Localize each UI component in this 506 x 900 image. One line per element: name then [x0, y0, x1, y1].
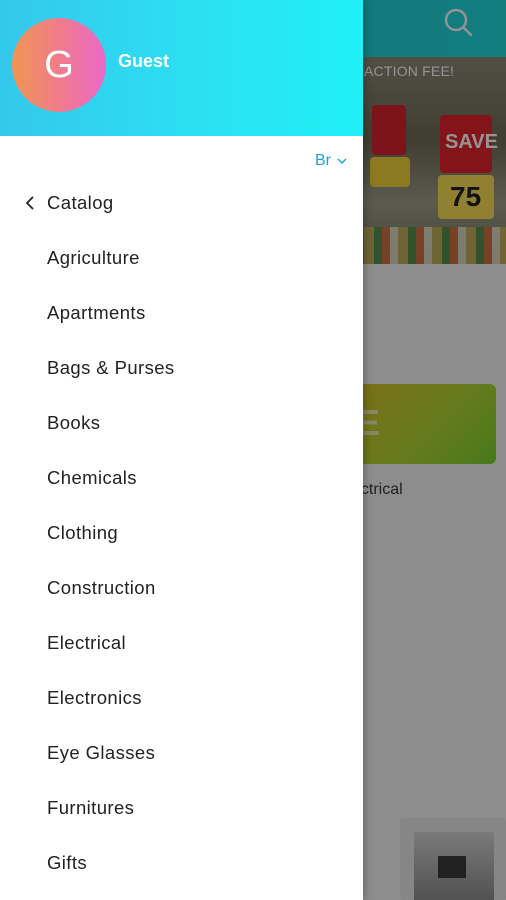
menu-item-apartments[interactable]: Apartments — [0, 285, 363, 340]
category-menu: Catalog Agriculture Apartments Bags & Pu… — [0, 175, 363, 890]
menu-item-label: Clothing — [47, 521, 119, 543]
chevron-left-icon — [25, 195, 34, 210]
menu-item-chemicals[interactable]: Chemicals — [0, 450, 363, 505]
menu-item-eye-glasses[interactable]: Eye Glasses — [0, 725, 363, 780]
language-selector[interactable]: Br — [315, 152, 347, 170]
menu-item-bags-purses[interactable]: Bags & Purses — [0, 340, 363, 395]
back-label: Catalog — [47, 191, 114, 213]
drawer-header: G Guest — [0, 0, 363, 136]
menu-item-label: Gifts — [47, 851, 88, 873]
menu-item-electrical[interactable]: Electrical — [0, 615, 363, 670]
user-name: Guest — [118, 51, 170, 71]
navigation-drawer: G Guest Br Catalog Agriculture Apartment… — [0, 0, 363, 900]
menu-item-label: Electrical — [47, 631, 127, 653]
menu-item-label: Furnitures — [47, 796, 135, 818]
menu-item-label: Construction — [47, 576, 156, 598]
menu-item-construction[interactable]: Construction — [0, 560, 363, 615]
menu-item-gifts[interactable]: Gifts — [0, 835, 363, 890]
menu-item-label: Chemicals — [47, 466, 137, 488]
menu-item-label: Apartments — [47, 301, 146, 323]
menu-item-label: Agriculture — [47, 246, 140, 268]
menu-item-books[interactable]: Books — [0, 395, 363, 450]
menu-item-clothing[interactable]: Clothing — [0, 505, 363, 560]
menu-item-label: Eye Glasses — [47, 741, 156, 763]
menu-item-agriculture[interactable]: Agriculture — [0, 230, 363, 285]
menu-item-label: Bags & Purses — [47, 356, 175, 378]
back-to-catalog[interactable]: Catalog — [0, 175, 363, 230]
menu-item-electronics[interactable]: Electronics — [0, 670, 363, 725]
menu-item-furnitures[interactable]: Furnitures — [0, 780, 363, 835]
menu-item-label: Electronics — [47, 686, 142, 708]
avatar-initial: G — [44, 43, 74, 86]
avatar[interactable]: G — [12, 18, 106, 112]
menu-item-label: Books — [47, 411, 101, 433]
language-label: Br — [315, 152, 331, 169]
chevron-down-icon — [337, 158, 347, 164]
